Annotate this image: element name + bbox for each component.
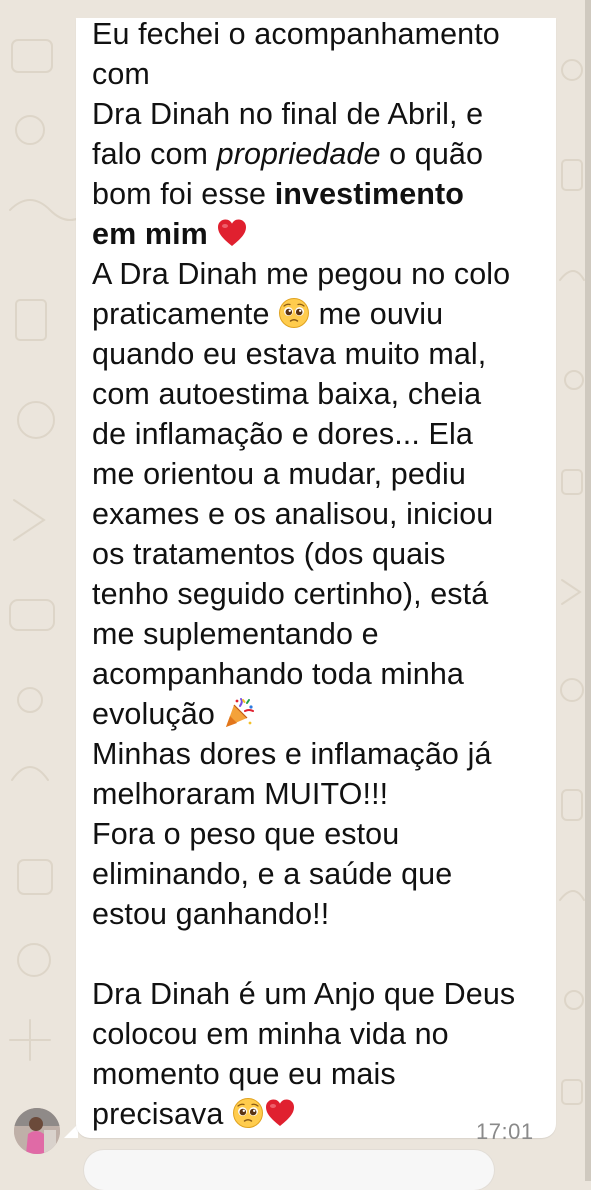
avatar-photo-icon <box>14 1108 60 1154</box>
bold-text: investimento <box>274 177 465 211</box>
message-line: eliminando, e a saúde que <box>92 857 453 891</box>
message-text-span: o quão <box>380 137 484 171</box>
message-text-span: bom foi esse <box>92 177 275 211</box>
screen-edge <box>585 0 591 1181</box>
message-text-span: falo com <box>92 137 217 171</box>
message-line: falo com propriedade o quão <box>92 134 544 174</box>
message-input-bar[interactable] <box>84 1150 494 1190</box>
message-line: Dra Dinah no final de Abril, e <box>92 97 484 131</box>
message-line: Eu fechei o acompanhamento <box>92 17 500 51</box>
bold-text: em mim <box>92 217 208 251</box>
message-text: Eu fechei o acompanhamento com Dra Dinah… <box>92 14 544 1134</box>
red-heart-icon <box>266 1099 295 1126</box>
message-line: praticamente me ouviu <box>92 294 544 334</box>
message-line: com autoestima baixa, cheia <box>92 377 482 411</box>
message-line: quando eu estava muito mal, <box>92 337 487 371</box>
message-line: Fora o peso que estou <box>92 817 400 851</box>
pleading-face-icon <box>233 1098 264 1128</box>
message-line: tenho seguido certinho), está <box>92 577 489 611</box>
message-line: estou ganhando!! <box>92 897 330 931</box>
message-line: Dra Dinah é um Anjo que Deus <box>92 977 516 1011</box>
message-line: me suplementando e <box>92 617 379 651</box>
message-line: colocou em minha vida no <box>92 1017 449 1051</box>
message-text-span: precisava <box>92 1097 224 1131</box>
message-line: me orientou a mudar, pediu <box>92 457 466 491</box>
message-text-span: evolução <box>92 697 215 731</box>
message-line: acompanhando toda minha <box>92 657 464 691</box>
message-line: de inflamação e dores... Ela <box>92 417 473 451</box>
message-line: evolução <box>92 694 544 734</box>
red-heart-icon <box>218 219 247 246</box>
message-text-span: me ouviu <box>310 297 444 331</box>
party-popper-icon <box>226 698 255 727</box>
pleading-face-icon <box>279 298 310 328</box>
message-text-span: praticamente <box>92 297 279 331</box>
message-line: momento que eu mais <box>92 1057 396 1091</box>
message-line: com <box>92 57 150 91</box>
sender-avatar[interactable] <box>14 1108 60 1154</box>
message-line: em mim <box>92 214 544 254</box>
message-line: A Dra Dinah me pegou no colo <box>92 257 511 291</box>
message-line: os tratamentos (dos quais <box>92 537 446 571</box>
italic-text: propriedade <box>216 137 381 171</box>
message-line: bom foi esse investimento <box>92 174 544 214</box>
message-line: Minhas dores e inflamação já <box>92 737 492 771</box>
message-line: exames e os analisou, iniciou <box>92 497 494 531</box>
message-line: melhoraram MUITO!!! <box>92 777 389 811</box>
message-timestamp: 17:01 <box>476 1119 534 1144</box>
